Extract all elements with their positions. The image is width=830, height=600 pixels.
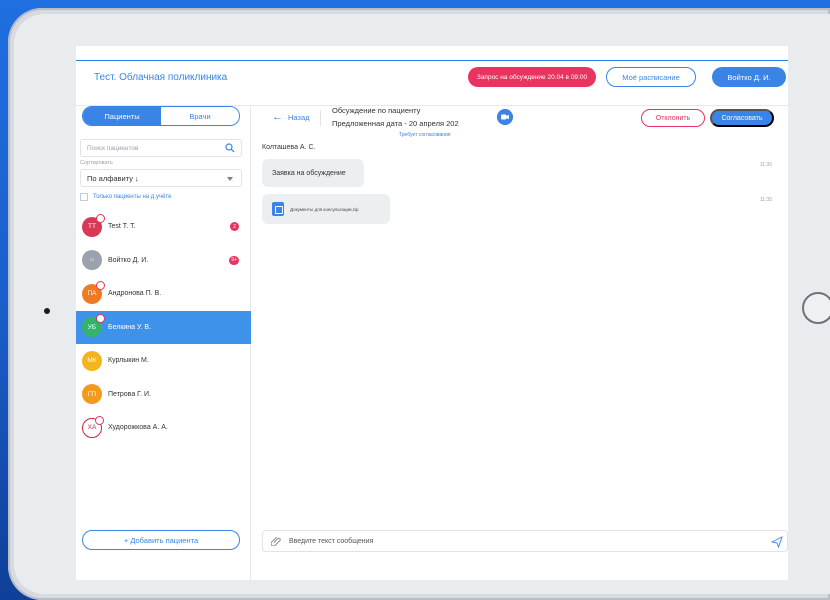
status-ring-icon (95, 415, 104, 425)
needs-approval-label: Требует согласования (399, 132, 451, 138)
chat-panel: ← Назад Обсуждение по пациенту Предложен… (252, 106, 788, 580)
unread-badge: 9+ (229, 255, 239, 265)
paperclip-icon[interactable] (271, 536, 281, 546)
video-call-icon[interactable] (497, 109, 513, 125)
tab-doctors[interactable]: Врачи (161, 107, 239, 125)
patient-name: Test Т. Т. (108, 223, 136, 231)
patient-name: Войтко Д. И. (108, 256, 149, 264)
list-item[interactable]: ▭ Войтко Д. И. 9+ (76, 244, 251, 278)
only-mine-checkbox[interactable] (80, 193, 88, 201)
sidebar-tabs: Пациенты Врачи (82, 106, 240, 126)
list-item[interactable]: ТТ Test Т. Т. 2 (76, 210, 251, 244)
avatar: ТТ (82, 213, 105, 237)
avatar-initials: МК (87, 357, 97, 365)
add-patient-button[interactable]: + Добавить пациента (82, 530, 240, 550)
only-mine-filter[interactable]: Только пациенты на д.учёте (80, 193, 171, 201)
composer-placeholder: Введите текст сообщения (289, 537, 374, 545)
search-input[interactable]: Поиск пациентов (80, 139, 242, 157)
file-attachment[interactable]: Документы для консультации.zip (262, 194, 390, 224)
patient-sidebar: Пациенты Врачи Поиск пациентов Сортирова… (76, 106, 251, 580)
back-button[interactable]: ← Назад (272, 112, 310, 123)
avatar-initials: ГП (87, 390, 97, 398)
camera-icon (44, 308, 50, 314)
patient-name: Худорожкова А. А. (108, 424, 168, 432)
search-placeholder: Поиск пациентов (87, 145, 139, 152)
home-button-icon (802, 292, 830, 324)
arrow-left-icon: ← (272, 111, 283, 123)
avatar-initials: ПА (87, 290, 97, 298)
avatar: ПА (82, 280, 105, 304)
tablet-frame: Тест. Облачная поликлиника Запрос на обс… (8, 8, 830, 600)
message-time: 11:35 (759, 162, 772, 168)
status-ring-icon (96, 213, 105, 223)
app-screen: Тест. Облачная поликлиника Запрос на обс… (76, 46, 788, 580)
avatar-initials: УБ (87, 323, 97, 331)
chat-topic: Обсуждение по пациенту (332, 106, 421, 115)
message-author: Колташева А. С. (262, 144, 316, 151)
message-composer[interactable]: Введите текст сообщения (262, 530, 788, 552)
patient-name: Курлыкин М. (108, 357, 149, 365)
avatar: ХА (82, 415, 104, 438)
chevron-down-icon (227, 177, 233, 181)
list-item[interactable]: УБ Белкина У. В. (76, 310, 251, 344)
accept-button[interactable]: Согласовать (710, 109, 774, 127)
back-label: Назад (288, 113, 310, 122)
patient-list: ТТ Test Т. Т. 2 ▭ Войтко Д. И. 9+ ПА Анд… (76, 210, 251, 445)
avatar: МК (82, 350, 102, 371)
divider (320, 110, 321, 126)
message-bubble: Заявка на обсуждение (262, 159, 364, 187)
avatar: ▭ (82, 250, 102, 271)
message-time: 11:35 (759, 197, 772, 203)
discussion-request-button[interactable]: Запрос на обсуждение 20.04 в 09:00 (468, 67, 596, 87)
sort-label: Сортировать (80, 160, 113, 166)
status-ring-icon (96, 314, 105, 324)
reject-button[interactable]: Отклонить (641, 109, 705, 127)
tab-patients[interactable]: Пациенты (83, 107, 161, 125)
status-ring-icon (96, 280, 105, 290)
avatar: УБ (82, 314, 105, 338)
patient-name: Петрова Г. И. (108, 390, 151, 398)
list-item[interactable]: ПА Андронова П. В. (76, 277, 251, 311)
only-mine-label: Только пациенты на д.учёте (93, 194, 172, 200)
list-item[interactable]: МК Курлыкин М. (76, 344, 251, 378)
app-header: Тест. Облачная поликлиника Запрос на обс… (76, 60, 788, 106)
list-item[interactable]: ХА Худорожкова А. А. (76, 411, 251, 445)
patient-name: Белкина У. В. (108, 323, 152, 331)
sort-select[interactable]: По алфавиту ↓ (80, 169, 242, 187)
user-button[interactable]: Войтко Д. И. (712, 67, 786, 87)
patient-name: Андронова П. В. (108, 290, 162, 298)
my-schedule-button[interactable]: Моё расписание (606, 67, 696, 87)
avatar-initials: ХА (87, 424, 97, 432)
app-title: Тест. Облачная поликлиника (94, 72, 228, 83)
unread-badge: 2 (230, 222, 239, 231)
search-icon[interactable] (225, 143, 235, 153)
file-icon (272, 202, 284, 216)
avatar-initials: ТТ (88, 223, 96, 231)
avatar-photo-icon: ▭ (89, 257, 95, 264)
list-item[interactable]: ГП Петрова Г. И. (76, 378, 251, 412)
avatar: ГП (82, 384, 102, 405)
sort-value: По алфавиту ↓ (87, 174, 139, 183)
file-name: Документы для консультации.zip (290, 206, 359, 212)
proposed-date: Предложенная дата - 20 апреля 202 (332, 119, 459, 128)
send-icon[interactable] (771, 536, 783, 548)
